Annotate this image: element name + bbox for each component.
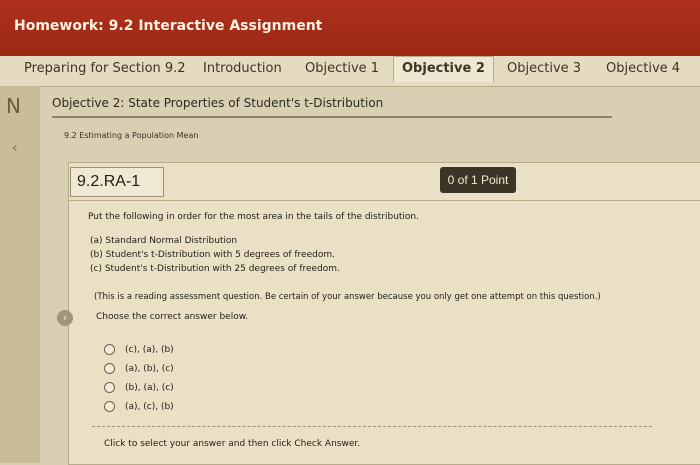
section-label: 9.2 Estimating a Population Mean — [64, 131, 199, 140]
question-item-c: (c) Student's t-Distribution with 25 deg… — [90, 264, 340, 274]
option-label: (a), (b), (c) — [125, 364, 174, 374]
window-title: Homework: 9.2 Interactive Assignment — [14, 18, 323, 34]
objective-tabs: Preparing for Section 9.2 Introduction O… — [0, 56, 700, 87]
tab-objective-2[interactable]: Objective 2 — [393, 56, 494, 82]
radio-icon[interactable] — [104, 382, 115, 393]
question-item-a: (a) Standard Normal Distribution — [90, 236, 238, 246]
back-arrow-icon[interactable]: ‹ — [12, 140, 18, 156]
question-number: 9.2.RA-1 — [70, 167, 164, 197]
tab-objective-1[interactable]: Objective 1 — [305, 61, 379, 76]
answer-option[interactable]: (b), (a), (c) — [104, 382, 174, 393]
tab-objective-3[interactable]: Objective 3 — [507, 61, 581, 76]
points-badge: 0 of 1 Point — [440, 167, 516, 193]
divider — [92, 426, 652, 427]
answer-option[interactable]: (c), (a), (b) — [104, 344, 174, 355]
tab-introduction[interactable]: Introduction — [203, 61, 282, 76]
question-prompt: Put the following in order for the most … — [88, 212, 419, 222]
radio-icon[interactable] — [104, 401, 115, 412]
left-panel-edge: N ‹ — [0, 86, 40, 463]
option-label: (b), (a), (c) — [125, 383, 174, 393]
tab-objective-4[interactable]: Objective 4 — [606, 61, 680, 76]
radio-icon[interactable] — [104, 344, 115, 355]
radio-icon[interactable] — [104, 363, 115, 374]
app-logo-icon: N — [6, 94, 21, 118]
question-item-b: (b) Student's t-Distribution with 5 degr… — [90, 250, 335, 260]
option-label: (c), (a), (b) — [125, 345, 174, 355]
previous-question-icon[interactable]: ‹ — [57, 310, 73, 326]
footer-instruction: Click to select your answer and then cli… — [104, 439, 361, 449]
question-note: (This is a reading assessment question. … — [94, 292, 601, 302]
title-bar: Homework: 9.2 Interactive Assignment — [0, 0, 700, 58]
answer-option[interactable]: (a), (b), (c) — [104, 363, 174, 374]
objective-heading: Objective 2: State Properties of Student… — [52, 96, 612, 118]
option-label: (a), (c), (b) — [125, 402, 174, 412]
answer-option[interactable]: (a), (c), (b) — [104, 401, 174, 412]
tab-preparing[interactable]: Preparing for Section 9.2 — [24, 61, 186, 76]
answer-instruction: Choose the correct answer below. — [96, 312, 249, 322]
